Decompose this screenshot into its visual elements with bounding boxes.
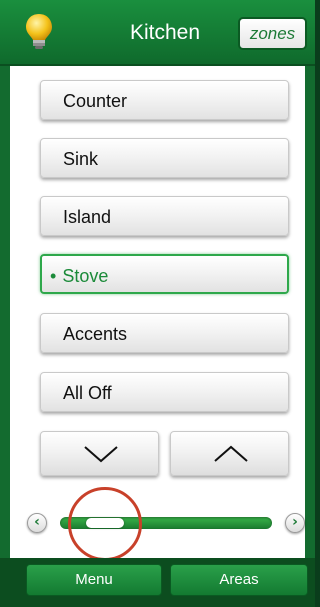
zones-button[interactable]: zones bbox=[238, 17, 307, 50]
zone-button-island[interactable]: Island bbox=[40, 196, 289, 236]
page-title: Kitchen bbox=[129, 21, 201, 44]
slider-decrease-button[interactable]: ‹ bbox=[27, 513, 47, 533]
chevron-left-icon: ‹ bbox=[34, 514, 40, 530]
zone-button-sink[interactable]: Sink bbox=[40, 138, 289, 178]
header-bar: Kitchen zones bbox=[0, 0, 315, 66]
slider-increase-button[interactable]: › bbox=[285, 513, 305, 533]
level-slider-thumb[interactable] bbox=[85, 518, 124, 528]
zone-button-counter[interactable]: Counter bbox=[40, 80, 289, 120]
zone-button-all-off[interactable]: All Off bbox=[40, 372, 289, 412]
zone-button-accents[interactable]: Accents bbox=[40, 313, 289, 353]
scroll-up-button[interactable] bbox=[170, 431, 289, 476]
menu-button[interactable]: Menu bbox=[26, 564, 162, 596]
chevron-right-icon: › bbox=[292, 514, 298, 530]
areas-button[interactable]: Areas bbox=[170, 564, 308, 596]
chevron-down-icon bbox=[84, 446, 118, 463]
lightbulb-icon bbox=[26, 14, 52, 49]
chevron-up-icon bbox=[214, 445, 248, 462]
scroll-down-button[interactable] bbox=[40, 431, 159, 476]
zone-button-stove[interactable]: Stove bbox=[40, 254, 289, 294]
